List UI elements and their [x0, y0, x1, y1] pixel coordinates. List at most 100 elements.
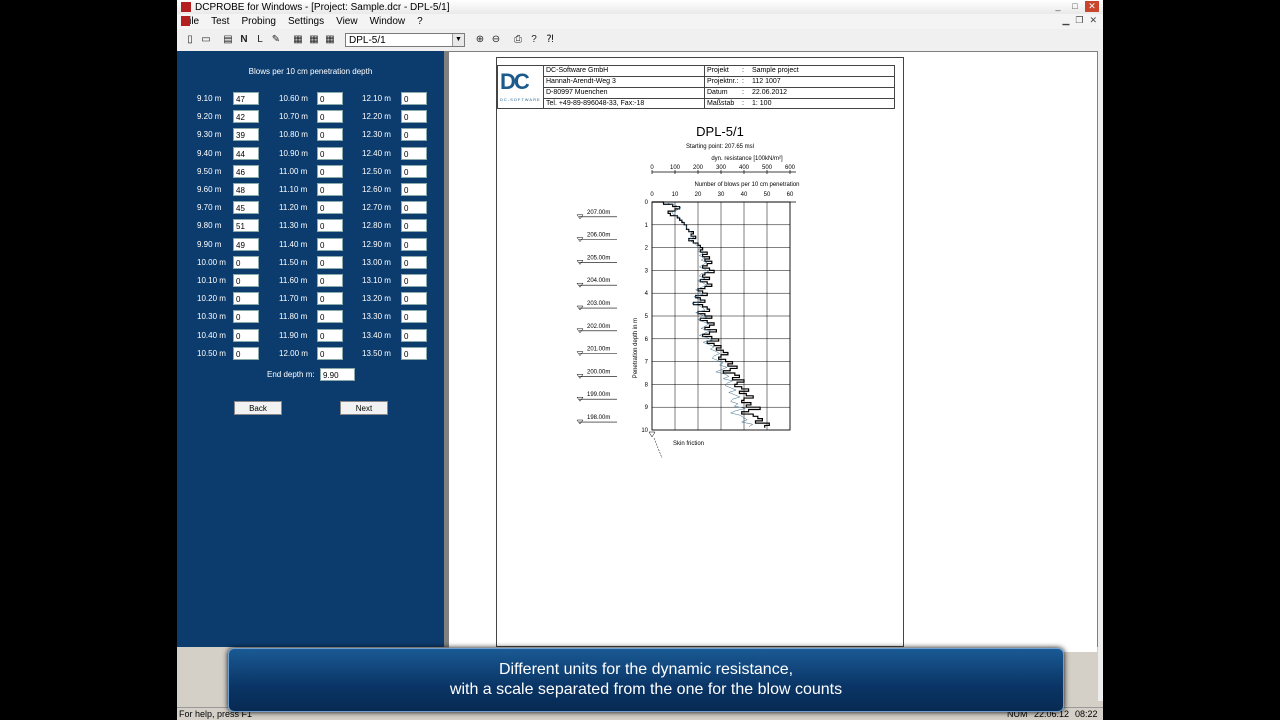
blow-count-input[interactable]: 0	[233, 346, 259, 360]
probing-select[interactable]: DPL-5/1 ▼	[345, 33, 465, 47]
blow-count-input[interactable]: 0	[317, 92, 343, 105]
document-props-icon[interactable]: ▤	[221, 33, 235, 46]
menu-bar: File Test Probing Settings View Window ?…	[177, 14, 1103, 29]
depth-label: 10.60 m	[279, 94, 308, 103]
blow-count-input[interactable]: 46	[233, 164, 259, 178]
close-icon[interactable]: ✕	[1085, 1, 1099, 12]
menu-view[interactable]: View	[330, 16, 364, 27]
panel-title: Blows per 10 cm penetration depth	[248, 67, 373, 76]
blow-count-input[interactable]: 0	[401, 164, 427, 178]
chart-subtitle: Starting point: 207.65 msl	[686, 144, 754, 150]
table3-icon[interactable]: ▦	[323, 33, 337, 46]
depth-label: 9.60 m	[197, 185, 222, 194]
status-time: 08:22	[1075, 709, 1098, 719]
blow-count-input[interactable]: 0	[317, 183, 343, 196]
maximize-icon[interactable]: □	[1068, 1, 1082, 12]
window-title: DCPROBE for Windows - [Project: Sample.d…	[195, 1, 450, 13]
blow-count-input[interactable]: 0	[317, 146, 343, 160]
menu-help[interactable]: ?	[411, 16, 429, 27]
menu-test[interactable]: Test	[205, 16, 235, 27]
blow-count-input[interactable]: 0	[401, 110, 427, 124]
depth-label: 10.70 m	[279, 112, 308, 122]
document-icon	[181, 16, 190, 26]
caption-line-1: Different units for the dynamic resistan…	[498, 661, 794, 678]
pencil-icon[interactable]: ✎	[269, 33, 283, 46]
depth-label: 10.40 m	[197, 330, 226, 340]
blow-count-input[interactable]: 48	[233, 183, 259, 196]
blow-count-input[interactable]: 0	[317, 201, 343, 215]
blow-count-input[interactable]: 49	[233, 237, 259, 251]
n-icon[interactable]: N	[237, 33, 251, 46]
context-help-icon[interactable]: ⁈	[543, 33, 557, 46]
blow-count-input[interactable]: 0	[317, 310, 343, 324]
menu-probing[interactable]: Probing	[235, 16, 281, 27]
blow-count-input[interactable]: 0	[317, 292, 343, 306]
blow-count-input[interactable]: 0	[401, 310, 427, 324]
blow-count-input[interactable]: 0	[401, 292, 427, 306]
zoom-out-icon[interactable]: ⊖	[489, 33, 503, 46]
blow-count-input[interactable]: 0	[233, 274, 259, 287]
new-file-icon[interactable]: ▯	[183, 33, 197, 46]
blow-count-input[interactable]: 39	[233, 128, 259, 142]
blow-count-input[interactable]: 0	[317, 237, 343, 251]
top-tick-label: 200	[693, 165, 704, 171]
blow-count-input[interactable]: 0	[317, 346, 343, 360]
blow-count-input[interactable]: 0	[317, 164, 343, 178]
open-folder-icon[interactable]: ▭	[199, 33, 213, 46]
help-icon[interactable]: ?	[527, 33, 541, 46]
toolbar: ▯ ▭ ▤ N L ✎ ▦ ▦ ▦ DPL-5/1 ▼ ⊕ ⊖ ⎙ ? ⁈	[177, 29, 1103, 52]
blow-count-input[interactable]: 45	[233, 201, 259, 215]
elevation-label: 199.00m	[587, 392, 610, 398]
next-button[interactable]: Next	[340, 401, 388, 415]
blow-count-input[interactable]: 0	[401, 128, 427, 142]
depth-label: 10.50 m	[197, 348, 226, 358]
blow-count-input[interactable]: 0	[317, 219, 343, 233]
sep: :	[742, 78, 744, 85]
blow-count-input[interactable]: 0	[233, 310, 259, 324]
blow-count-input[interactable]: 44	[233, 146, 259, 160]
blow-count-input[interactable]: 0	[233, 292, 259, 306]
blow-count-input[interactable]: 0	[317, 255, 343, 269]
blow-count-input[interactable]: 0	[401, 219, 427, 233]
table1-icon[interactable]: ▦	[291, 33, 305, 46]
chevron-down-icon[interactable]: ▼	[452, 34, 464, 46]
blow-count-input[interactable]: 0	[317, 110, 343, 124]
back-button[interactable]: Back	[234, 401, 282, 415]
menu-settings[interactable]: Settings	[282, 16, 330, 27]
blow-count-input[interactable]: 0	[401, 201, 427, 215]
blow-count-input[interactable]: 51	[233, 219, 259, 233]
blow-count-input[interactable]: 0	[317, 274, 343, 287]
blow-count-input[interactable]: 0	[317, 328, 343, 342]
print-icon[interactable]: ⎙	[511, 33, 525, 46]
blow-count-input[interactable]: 0	[233, 255, 259, 269]
depth-label: 11.70 m	[279, 294, 308, 304]
blow-count-input[interactable]: 0	[401, 346, 427, 360]
chart-title: DPL-5/1	[696, 124, 744, 139]
end-depth-input[interactable]: 9.90	[320, 368, 355, 381]
vertical-scrollbar[interactable]	[1098, 51, 1103, 701]
menu-window[interactable]: Window	[364, 16, 412, 27]
doc-restore-icon[interactable]: ❐	[1075, 15, 1083, 26]
depth-label: 11.60 m	[279, 276, 308, 285]
blow-count-input[interactable]: 0	[401, 183, 427, 196]
blow-count-input[interactable]: 0	[401, 237, 427, 251]
blow-count-input[interactable]: 42	[233, 110, 259, 124]
doc-minimize-icon[interactable]: ▁	[1062, 15, 1069, 26]
blow-count-input[interactable]: 0	[233, 328, 259, 342]
value-scale: 1: 100	[752, 100, 772, 107]
l-icon[interactable]: L	[253, 33, 267, 46]
blow-count-input[interactable]: 0	[401, 92, 427, 105]
blow-count-input[interactable]: 0	[401, 274, 427, 287]
elevation-label: 206.00m	[587, 233, 610, 239]
blow-count-input[interactable]: 47	[233, 92, 259, 105]
depth-label: 13.40 m	[362, 330, 391, 340]
blow-count-input[interactable]: 0	[401, 255, 427, 269]
doc-close-icon[interactable]: ✕	[1089, 15, 1097, 26]
zoom-in-icon[interactable]: ⊕	[473, 33, 487, 46]
blow-count-input[interactable]: 0	[401, 328, 427, 342]
blow-count-input[interactable]: 0	[401, 146, 427, 160]
x-tick-label: 10	[672, 192, 679, 198]
blow-count-input[interactable]: 0	[317, 128, 343, 142]
table2-icon[interactable]: ▦	[307, 33, 321, 46]
minimize-icon[interactable]: _	[1051, 1, 1065, 12]
